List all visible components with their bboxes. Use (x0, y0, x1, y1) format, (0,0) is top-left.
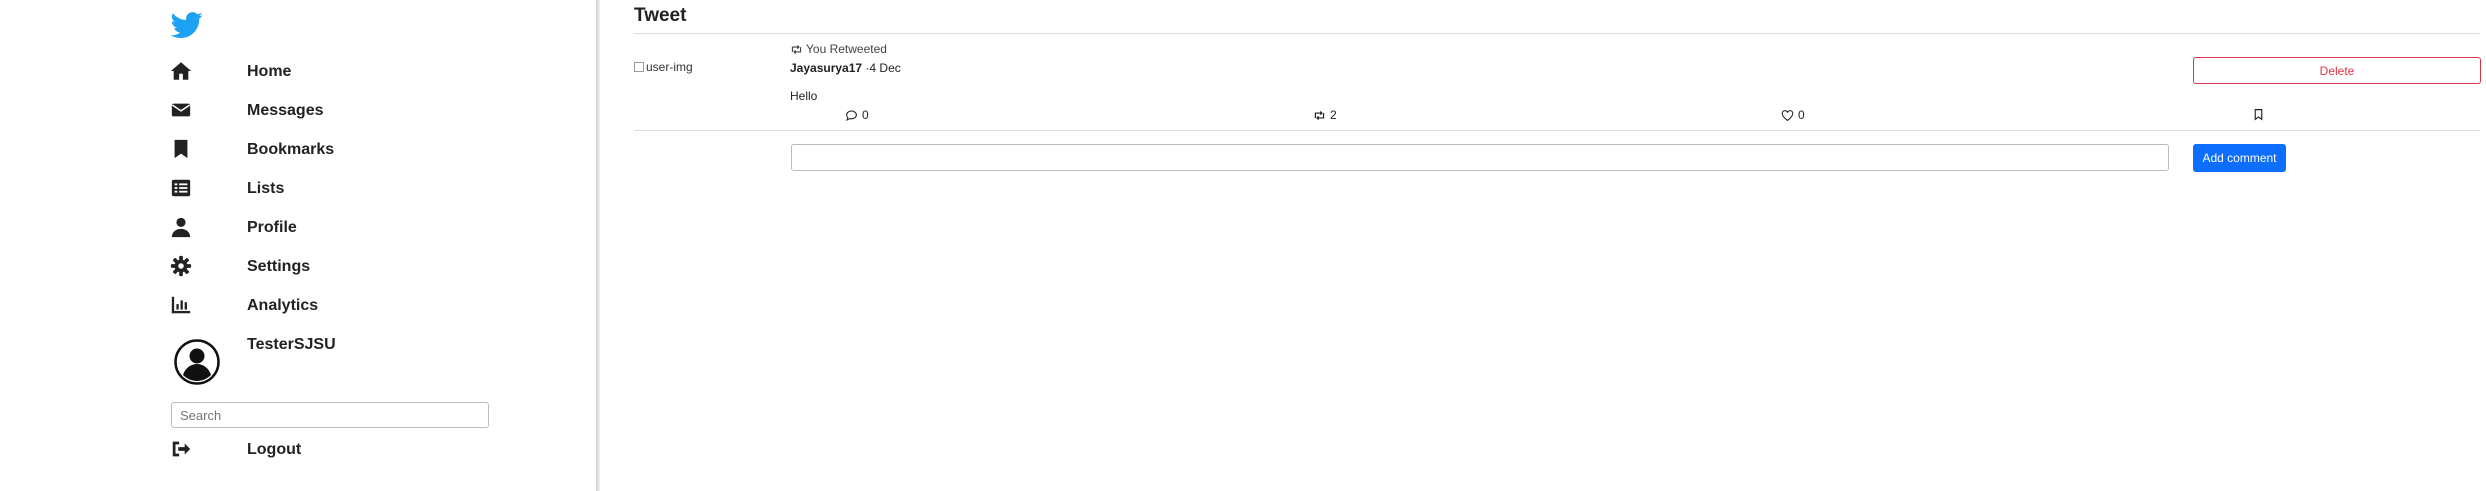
comment-count: 0 (862, 108, 869, 122)
nav-messages-label: Messages (247, 102, 324, 119)
search-input[interactable] (171, 402, 489, 428)
retweet-small-icon (790, 43, 803, 56)
nav-lists-label: Lists (247, 180, 285, 197)
nav-home-label: Home (247, 63, 292, 80)
retweeted-indicator: You Retweeted (790, 42, 887, 56)
nav-analytics-label: Analytics (247, 297, 319, 314)
nav-logout-label: Logout (247, 441, 302, 458)
user-image-alt: user-img (646, 60, 693, 74)
twitter-bird-icon[interactable] (170, 9, 204, 41)
tweet-author[interactable]: Jayasurya17 (790, 61, 862, 75)
retweeted-label: You Retweeted (806, 42, 887, 56)
tweet-text: Hello (790, 89, 818, 103)
home-icon (170, 60, 192, 82)
nav-logout[interactable]: Logout (170, 432, 490, 468)
avatar-icon (174, 339, 220, 385)
tweet-date: ·4 Dec (865, 61, 901, 75)
delete-button[interactable]: Delete (2193, 57, 2481, 84)
profile-row[interactable]: TesterSJSU (170, 335, 490, 385)
comment-icon (845, 109, 858, 122)
nav-settings[interactable]: Settings (170, 249, 490, 285)
retweet-count: 2 (1330, 108, 1337, 122)
list-icon (170, 177, 192, 199)
like-action[interactable]: 0 (1781, 108, 1805, 122)
main-content: Tweet user-img You Retweeted Jayasurya17… (634, 0, 2481, 491)
comment-input[interactable] (791, 144, 2169, 171)
gear-icon (170, 255, 192, 277)
comment-action[interactable]: 0 (845, 108, 869, 122)
profile-name: TesterSJSU (247, 336, 336, 353)
page-title: Tweet (634, 5, 687, 26)
nav-messages[interactable]: Messages (170, 93, 490, 129)
nav-profile-label: Profile (247, 219, 297, 236)
retweet-action[interactable]: 2 (1313, 108, 1337, 122)
sidebar: Home Messages Bookmarks Lists Profile Se… (0, 0, 596, 491)
nav-lists[interactable]: Lists (170, 171, 490, 207)
user-image: user-img (634, 60, 693, 74)
chart-icon (170, 294, 192, 316)
nav-profile[interactable]: Profile (170, 210, 490, 246)
tweet-meta: Jayasurya17 ·4 Dec (790, 61, 901, 75)
nav-settings-label: Settings (247, 258, 311, 275)
add-comment-button[interactable]: Add comment (2193, 144, 2286, 172)
envelope-icon (170, 99, 192, 121)
logout-icon (170, 438, 192, 460)
bookmark-action[interactable] (2252, 108, 2265, 121)
broken-image-icon (634, 62, 644, 72)
user-icon (170, 216, 192, 238)
nav-bookmarks-label: Bookmarks (247, 141, 335, 158)
title-divider (634, 33, 2480, 34)
bookmark-icon (170, 138, 192, 160)
heart-icon (1781, 109, 1794, 122)
retweet-icon (1313, 109, 1326, 122)
nav-analytics[interactable]: Analytics (170, 288, 490, 324)
bookmark-outline-icon (2252, 108, 2265, 121)
like-count: 0 (1798, 108, 1805, 122)
nav-home[interactable]: Home (170, 54, 490, 90)
sidebar-divider (596, 0, 600, 491)
tweet-divider (634, 130, 2480, 131)
nav-bookmarks[interactable]: Bookmarks (170, 132, 490, 168)
